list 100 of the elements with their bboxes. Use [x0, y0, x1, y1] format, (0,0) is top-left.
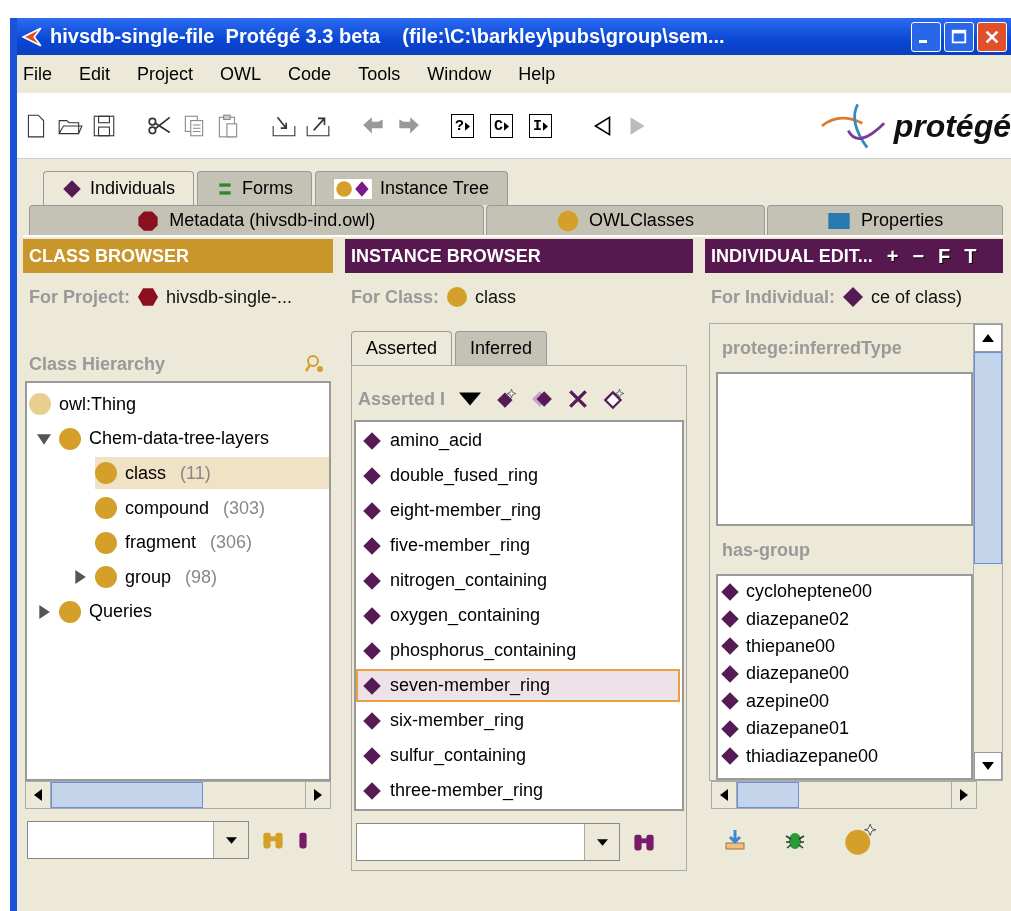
- search-combo-field[interactable]: [27, 821, 249, 859]
- group-item[interactable]: diazepane00: [718, 660, 971, 688]
- instance-item[interactable]: double_fused_ring: [356, 459, 680, 492]
- menu-item[interactable]: Code: [288, 63, 332, 85]
- tree-item[interactable]: fragment (306): [95, 526, 329, 559]
- tab[interactable]: Forms: [197, 171, 313, 205]
- scroll-up-icon[interactable]: [982, 334, 994, 342]
- dropdown-arrow-icon[interactable]: [596, 838, 608, 846]
- dropdown-arrow-icon[interactable]: [225, 836, 237, 844]
- group-item[interactable]: azepine00: [718, 687, 971, 715]
- header-button[interactable]: T: [960, 244, 981, 268]
- scroll-left-icon[interactable]: [720, 789, 728, 801]
- inferred-type-list[interactable]: [716, 372, 973, 526]
- vertical-scrollbar[interactable]: [973, 324, 1002, 780]
- expand-arrow-icon[interactable]: [73, 570, 87, 585]
- save-icon[interactable]: [91, 113, 117, 139]
- diamond-icon: [720, 746, 740, 767]
- horizontal-scrollbar[interactable]: [711, 781, 977, 809]
- header-button[interactable]: +: [882, 244, 903, 268]
- panel-header: INSTANCE BROWSER: [345, 239, 693, 273]
- tree-item[interactable]: Chem-data-tree-layers: [59, 422, 329, 455]
- tab[interactable]: Individuals: [43, 171, 195, 205]
- diamond-icon: [362, 605, 382, 626]
- class-name: class: [475, 286, 517, 308]
- diamond-icon: [362, 780, 382, 801]
- query-button[interactable]: C: [490, 114, 514, 138]
- header-button[interactable]: F: [934, 244, 955, 268]
- diamond-icon: [62, 178, 82, 199]
- maximize-button[interactable]: [944, 21, 974, 52]
- window-title: hivsdb-single-file Protégé 3.3 beta (file:\C:\barkley\pubs\group\sem...: [50, 25, 726, 48]
- menu-item[interactable]: OWL: [220, 63, 262, 85]
- expand-arrow-icon[interactable]: [37, 604, 51, 619]
- play-triangle-icon: [543, 121, 549, 131]
- logo-text: protégé: [893, 107, 1011, 145]
- outline-diamond-icon[interactable]: [603, 388, 626, 410]
- hexagon-icon: [138, 287, 158, 307]
- query-button[interactable]: ?: [451, 114, 474, 138]
- horizontal-scrollbar[interactable]: [25, 781, 331, 809]
- minimize-icon: [919, 40, 927, 43]
- class-hierarchy-label: Class Hierarchy: [29, 353, 166, 375]
- tab[interactable]: Instance Tree: [315, 171, 509, 205]
- tree-item[interactable]: compound (303): [95, 492, 329, 525]
- instance-item[interactable]: oxygen_containing: [356, 599, 680, 632]
- scroll-down-icon[interactable]: [982, 762, 994, 770]
- instance-item[interactable]: six-member_ring: [356, 704, 680, 737]
- octagon-icon: [137, 209, 160, 232]
- menu-item[interactable]: File: [23, 63, 52, 85]
- instance-item[interactable]: three-member_ring: [356, 774, 680, 807]
- scroll-left-icon[interactable]: [34, 789, 42, 801]
- tab[interactable]: Inferred: [455, 331, 548, 365]
- group-item[interactable]: diazepane02: [718, 605, 971, 633]
- diamond-icon: [720, 663, 740, 684]
- tree-item[interactable]: Queries: [59, 595, 329, 628]
- tab[interactable]: OWLClasses: [485, 205, 766, 235]
- instance-item[interactable]: nitrogen_containing: [356, 564, 680, 597]
- scroll-right-icon[interactable]: [314, 789, 322, 801]
- header-button[interactable]: −: [908, 244, 929, 268]
- instance-item[interactable]: eight-member_ring: [356, 494, 680, 527]
- group-item[interactable]: thiepane00: [718, 632, 971, 661]
- diamond-icon: [843, 287, 863, 307]
- group-item[interactable]: cycloheptene00: [718, 578, 971, 606]
- instance-item[interactable]: five-member_ring: [356, 529, 680, 562]
- menu-item[interactable]: Project: [137, 63, 194, 85]
- tab[interactable]: Metadata (hivsdb-ind.owl): [29, 205, 484, 235]
- instance-item[interactable]: phosphorus_containing: [356, 634, 680, 667]
- instance-item[interactable]: amino_acid: [356, 424, 680, 457]
- diamond-icon: [720, 691, 740, 712]
- for-individual-label: For Individual:: [711, 286, 835, 308]
- collapse-arrow-icon[interactable]: [37, 431, 51, 446]
- tree-item[interactable]: group (98): [95, 561, 329, 594]
- query-button[interactable]: I: [529, 114, 553, 138]
- group-item[interactable]: diazepane01: [718, 714, 971, 743]
- circle-icon: [556, 209, 579, 232]
- diamond-icon: [362, 745, 382, 766]
- rectangle-icon: [827, 212, 852, 229]
- menu-item[interactable]: Help: [518, 63, 556, 85]
- close-button[interactable]: [977, 21, 1007, 52]
- instance-item[interactable]: seven-member_ring: [356, 669, 680, 702]
- group-item[interactable]: thiadiazepane00: [718, 742, 971, 770]
- menu-item[interactable]: Edit: [79, 63, 111, 85]
- tab[interactable]: Properties: [767, 205, 1003, 235]
- diamond-icon: [720, 718, 740, 739]
- add-diamond-icon[interactable]: [495, 388, 518, 410]
- tree-item[interactable]: owl:Thing: [29, 388, 329, 421]
- menu-item[interactable]: Window: [427, 63, 492, 85]
- scroll-right-icon[interactable]: [960, 789, 968, 801]
- tree-item[interactable]: class (11): [95, 457, 329, 490]
- panel-header: CLASS BROWSER: [23, 239, 333, 273]
- search-combo-field[interactable]: [356, 823, 620, 861]
- menu-item[interactable]: Tools: [358, 63, 401, 85]
- panel-header: INDIVIDUAL EDIT...: [710, 245, 873, 267]
- logo-swirl-icon: [819, 101, 886, 151]
- delete-cross-icon[interactable]: [567, 388, 590, 410]
- diamond-icon: [362, 640, 382, 661]
- minimize-button[interactable]: [911, 21, 941, 52]
- download-tray-icon[interactable]: [723, 828, 747, 852]
- diamond-icon: [362, 500, 382, 521]
- instance-item[interactable]: sulfur_containing: [356, 739, 680, 772]
- maximize-icon: [950, 27, 968, 46]
- tab[interactable]: Asserted: [351, 331, 453, 365]
